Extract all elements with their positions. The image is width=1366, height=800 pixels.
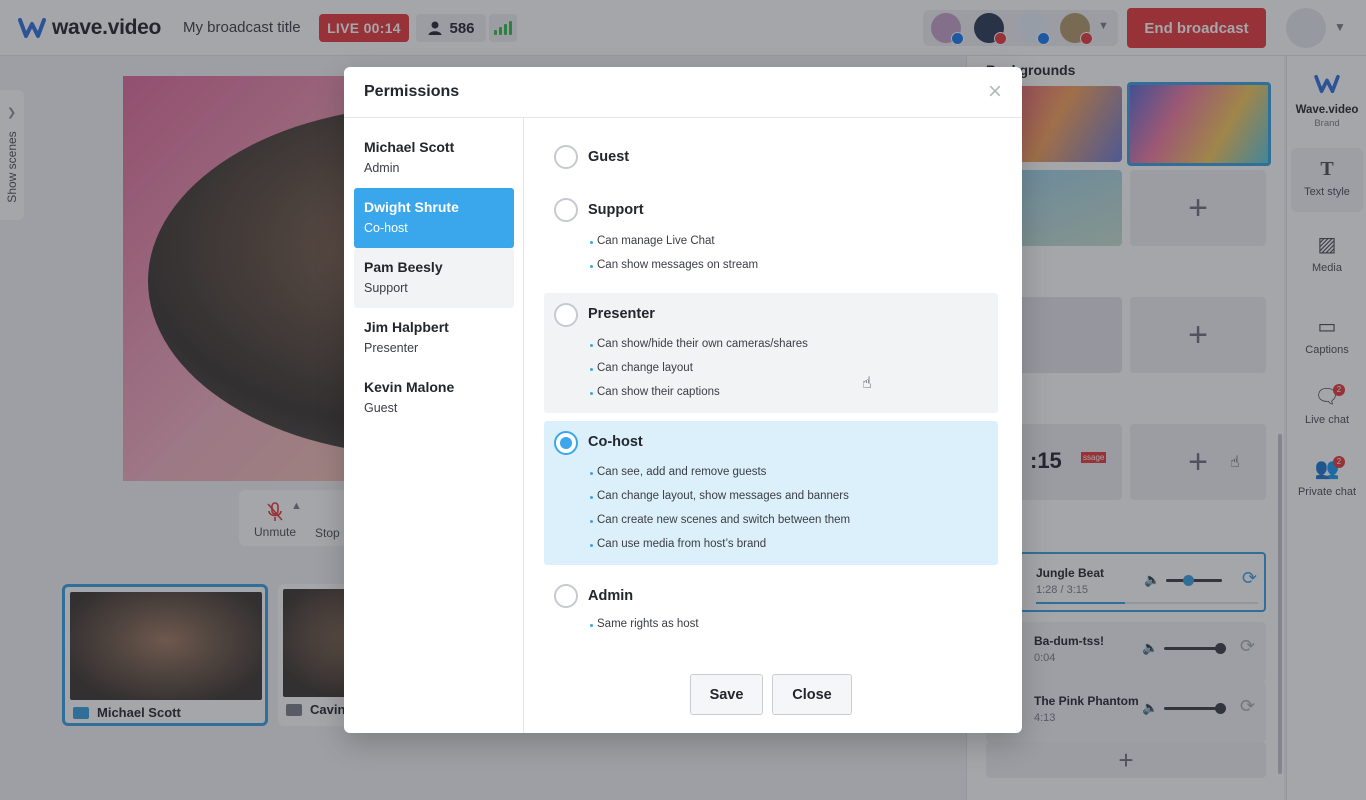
role-name: Co-host	[588, 434, 643, 450]
save-button[interactable]: Save	[690, 674, 763, 715]
hand-cursor-icon: ☝	[862, 375, 872, 392]
guest-item-jim-halpbert[interactable]: Jim Halpbert Presenter	[354, 308, 514, 368]
role-radio[interactable]	[554, 303, 578, 327]
permission-item: Can see, add and remove guests	[589, 466, 767, 478]
permission-item: Can change layout, show messages and ban…	[590, 490, 849, 502]
permissions-dialog: Permissions × Michael Scott Admin Dwight…	[344, 67, 1022, 733]
guest-role: Presenter	[364, 341, 419, 355]
role-radio[interactable]	[554, 145, 578, 169]
guest-name: Jim Halpbert	[364, 319, 449, 335]
role-option-admin[interactable]: Admin Same rights as host	[544, 580, 998, 640]
role-name: Presenter	[588, 306, 655, 322]
guest-name: Michael Scott	[364, 139, 455, 155]
permission-item: Can change layout	[590, 362, 693, 374]
role-radio[interactable]	[554, 198, 578, 222]
close-button[interactable]: Close	[772, 674, 852, 715]
guest-role: Guest	[364, 401, 398, 415]
role-option-presenter[interactable]: Presenter Can show/hide their own camera…	[544, 293, 998, 413]
role-option-guest[interactable]: Guest	[544, 138, 998, 176]
permission-item: Can show/hide their own cameras/shares	[590, 338, 808, 350]
guest-list: Michael Scott Admin Dwight Shrute Co-hos…	[344, 118, 524, 733]
permission-item: Can manage Live Chat	[590, 235, 715, 247]
dialog-title: Permissions	[364, 83, 460, 100]
close-icon[interactable]: ×	[984, 80, 1006, 104]
role-option-co-host[interactable]: Co-host Can see, add and remove guests C…	[544, 421, 998, 565]
role-option-support[interactable]: Support Can manage Live Chat Can show me…	[544, 191, 998, 281]
permission-item: Can show messages on stream	[589, 259, 759, 271]
role-options: Guest Support Can manage Live Chat Can s…	[524, 118, 1022, 733]
permission-item: Same rights as host	[590, 618, 699, 630]
role-name: Support	[588, 202, 644, 218]
guest-item-pam-beesly[interactable]: Pam Beesly Support	[354, 248, 514, 308]
role-name: Admin	[588, 588, 634, 604]
permission-item: Can create new scenes and switch between…	[589, 514, 851, 526]
guest-item-kevin-malone[interactable]: Kevin Malone Guest	[354, 368, 514, 428]
role-radio-selected[interactable]	[554, 431, 578, 455]
guest-name: Pam Beesly	[364, 259, 443, 275]
guest-role: Admin	[364, 161, 400, 175]
permission-item: Can use media from host’s brand	[589, 538, 767, 550]
guest-item-michael-scott[interactable]: Michael Scott Admin	[354, 128, 514, 188]
role-name: Guest	[588, 149, 630, 165]
guest-item-dwight-shrute[interactable]: Dwight Shrute Co-host	[354, 188, 514, 248]
guest-role: Co-host	[364, 221, 408, 235]
guest-role: Support	[364, 281, 408, 295]
dialog-header: Permissions ×	[344, 67, 1022, 118]
guest-name: Kevin Malone	[364, 379, 455, 395]
permission-item: Can show their captions	[590, 386, 720, 398]
role-radio[interactable]	[554, 584, 578, 608]
guest-name: Dwight Shrute	[364, 199, 459, 215]
